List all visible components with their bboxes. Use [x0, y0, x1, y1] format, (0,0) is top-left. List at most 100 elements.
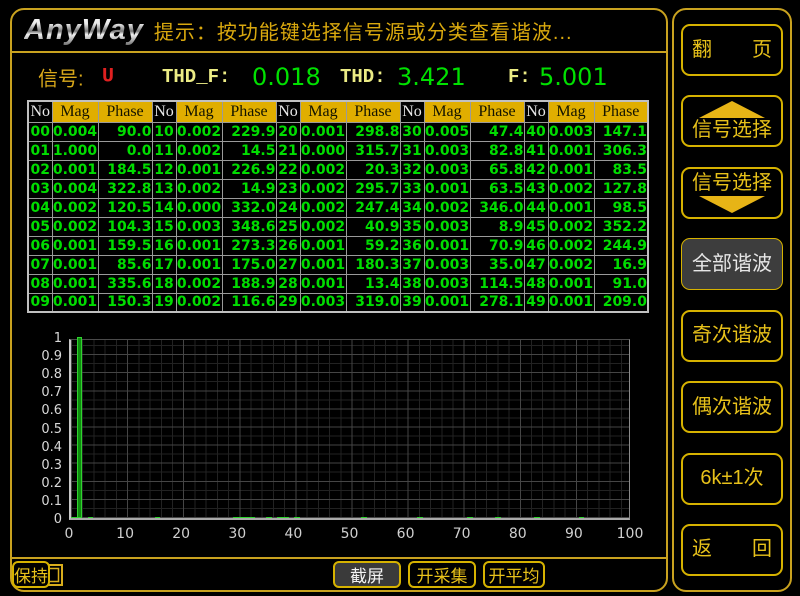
harmonic-mag-cell: 0.001	[424, 236, 470, 255]
harmonic-mag-cell: 0.003	[424, 160, 470, 179]
harmonic-mag-cell: 0.001	[300, 274, 346, 293]
harmonic-mag-cell: 0.005	[424, 122, 470, 141]
harmonic-mag-cell: 0.001	[176, 160, 222, 179]
table-row: 090.001150.3190.002116.6290.003319.0390.…	[28, 293, 648, 312]
signal-label: 信号:	[38, 63, 84, 92]
table-row: 040.002120.5140.000332.0240.002247.4340.…	[28, 198, 648, 217]
harmonic-no-cell: 03	[28, 179, 52, 198]
harmonic-bar	[467, 517, 473, 518]
harmonic-phase-cell: 319.0	[346, 293, 400, 312]
col-header-no: No	[28, 101, 52, 122]
harmonic-bar	[238, 517, 244, 518]
harmonic-mag-cell: 0.001	[424, 293, 470, 312]
y-axis-tick-label: 0.6	[20, 403, 62, 418]
harmonic-bar	[88, 517, 94, 518]
harmonic-phase-cell: 306.3	[594, 141, 648, 160]
harmonic-no-cell: 18	[152, 274, 176, 293]
button-label: 偶次谐波	[692, 397, 772, 418]
signal-select-down-button[interactable]: 信号选择	[681, 167, 783, 219]
even-harmonics-button[interactable]: 偶次谐波	[681, 381, 783, 433]
odd-harmonics-button[interactable]: 奇次谐波	[681, 310, 783, 362]
y-axis-tick-label: 0.2	[20, 476, 62, 491]
harmonic-mag-cell: 0.000	[300, 141, 346, 160]
harmonic-no-cell: 31	[400, 141, 424, 160]
harmonic-phase-cell: 59.2	[346, 236, 400, 255]
harmonic-phase-cell: 116.6	[222, 293, 276, 312]
harmonic-mag-cell: 0.002	[176, 274, 222, 293]
harmonic-phase-cell: 13.4	[346, 274, 400, 293]
harmonic-phase-cell: 8.9	[470, 217, 524, 236]
button-label: 全部谐波	[692, 254, 772, 275]
harmonic-mag-cell: 0.001	[52, 274, 98, 293]
harmonic-no-cell: 40	[524, 122, 548, 141]
arrow-down-icon	[699, 196, 765, 213]
harmonic-bar	[71, 517, 77, 518]
harmonic-no-cell: 01	[28, 141, 52, 160]
harmonic-no-cell: 02	[28, 160, 52, 179]
harmonic-no-cell: 43	[524, 179, 548, 198]
y-axis-tick-label: 0	[20, 512, 62, 527]
harmonic-phase-cell: 82.8	[470, 141, 524, 160]
harmonic-phase-cell: 14.9	[222, 179, 276, 198]
harmonic-phase-cell: 332.0	[222, 198, 276, 217]
harmonic-phase-cell: 90.0	[98, 122, 152, 141]
harmonics-table: NoMagPhaseNoMagPhaseNoMagPhaseNoMagPhase…	[27, 100, 649, 313]
col-header-no: No	[276, 101, 300, 122]
hold-button[interactable]: 保持	[12, 561, 50, 588]
page-flip-button[interactable]: 翻 页	[681, 24, 783, 76]
harmonic-mag-cell: 0.003	[424, 255, 470, 274]
start-acquisition-button[interactable]: 开采集	[408, 561, 476, 588]
harmonic-phase-cell: 209.0	[594, 293, 648, 312]
y-axis-tick-label: 0.7	[20, 385, 62, 400]
harmonic-mag-cell: 0.002	[548, 255, 594, 274]
harmonic-phase-cell: 159.5	[98, 236, 152, 255]
harmonic-mag-cell: 0.003	[548, 122, 594, 141]
y-axis-tick-label: 0.9	[20, 349, 62, 364]
col-header-mag: Mag	[548, 101, 594, 122]
harmonic-no-cell: 42	[524, 160, 548, 179]
harmonic-phase-cell: 247.4	[346, 198, 400, 217]
harmonic-phase-cell: 226.9	[222, 160, 276, 179]
harmonic-phase-cell: 229.9	[222, 122, 276, 141]
harmonic-no-cell: 12	[152, 160, 176, 179]
return-button[interactable]: 返 回	[681, 524, 783, 576]
6k-plus-minus-1-button[interactable]: 6k±1次	[681, 453, 783, 505]
harmonic-no-cell: 48	[524, 274, 548, 293]
col-header-phase: Phase	[222, 101, 276, 122]
table-header-row: NoMagPhaseNoMagPhaseNoMagPhaseNoMagPhase…	[28, 101, 648, 122]
harmonic-no-cell: 47	[524, 255, 548, 274]
col-header-no: No	[400, 101, 424, 122]
screenshot-button[interactable]: 截屏	[333, 561, 401, 588]
all-harmonics-button[interactable]: 全部谐波	[681, 238, 783, 290]
harmonic-phase-cell: 322.8	[98, 179, 152, 198]
start-averaging-button[interactable]: 开平均	[483, 561, 545, 588]
harmonic-phase-cell: 20.3	[346, 160, 400, 179]
col-header-phase: Phase	[98, 101, 152, 122]
harmonic-mag-cell: 0.001	[176, 255, 222, 274]
thdf-value: 0.018	[252, 63, 321, 91]
harmonic-no-cell: 38	[400, 274, 424, 293]
harmonic-no-cell: 26	[276, 236, 300, 255]
harmonic-no-cell: 22	[276, 160, 300, 179]
x-axis-tick-label: 10	[107, 526, 143, 542]
signal-select-up-button[interactable]: 信号选择	[681, 95, 783, 147]
harmonic-mag-cell: 0.003	[424, 274, 470, 293]
sidebar: 翻 页信号选择信号选择全部谐波奇次谐波偶次谐波6k±1次返 回	[672, 8, 792, 592]
y-axis-tick-label: 1	[20, 331, 62, 346]
button-label: 返 回	[692, 539, 772, 560]
col-header-no: No	[152, 101, 176, 122]
harmonic-phase-cell: 298.8	[346, 122, 400, 141]
table-row: 050.002104.3150.003348.6250.00240.9350.0…	[28, 217, 648, 236]
title-bar: AnyWay 提示：按功能键选择信号源或分类查看谐波...	[12, 10, 666, 53]
harmonic-no-cell: 13	[152, 179, 176, 198]
col-header-phase: Phase	[470, 101, 524, 122]
harmonic-bar	[361, 517, 367, 518]
frequency-value: 5.001	[539, 63, 608, 91]
harmonic-no-cell: 32	[400, 160, 424, 179]
button-label: 翻 页	[692, 40, 772, 61]
harmonic-phase-cell: 295.7	[346, 179, 400, 198]
harmonic-mag-cell: 0.001	[548, 274, 594, 293]
harmonic-no-cell: 14	[152, 198, 176, 217]
harmonic-no-cell: 05	[28, 217, 52, 236]
harmonic-bar	[283, 517, 289, 518]
